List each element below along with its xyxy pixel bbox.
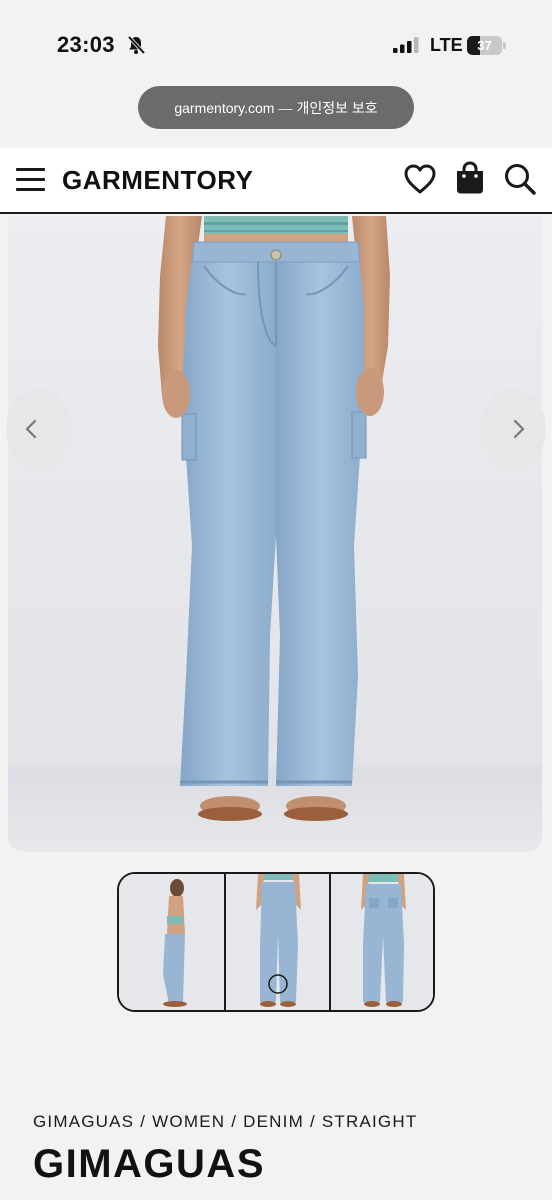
signal-icon <box>393 37 419 53</box>
breadcrumb-straight[interactable]: STRAIGHT <box>322 1112 418 1131</box>
menu-icon[interactable] <box>16 166 46 192</box>
search-icon[interactable] <box>503 162 537 196</box>
breadcrumb-women[interactable]: WOMEN <box>152 1112 225 1131</box>
status-bar: 23:03 LTE 37 <box>0 0 552 80</box>
chevron-right-icon <box>513 419 525 439</box>
next-image-button[interactable] <box>480 388 546 470</box>
status-time: 23:03 <box>57 32 115 57</box>
bell-slash-icon <box>127 35 146 55</box>
jeans-photo <box>8 216 542 852</box>
site-header: GARMENTORY <box>0 148 552 214</box>
thumbnail-strip <box>117 872 435 1012</box>
product-brand-title[interactable]: GIMAGUAS <box>33 1142 265 1187</box>
breadcrumb: GIMAGUAS / WOMEN / DENIM / STRAIGHT <box>33 1112 418 1131</box>
thumbnail-front-view[interactable] <box>224 874 331 1010</box>
site-logo[interactable]: GARMENTORY <box>62 165 253 196</box>
prev-image-button[interactable] <box>6 388 72 470</box>
chevron-left-icon <box>25 419 37 439</box>
battery-level: 37 <box>477 38 492 53</box>
address-bar[interactable]: garmentory.com — 개인정보 보호 <box>138 86 414 129</box>
privacy-label: 개인정보 보호 <box>296 99 378 116</box>
shopping-bag-icon[interactable] <box>455 161 485 195</box>
heart-icon[interactable] <box>403 163 437 195</box>
url-domain: garmentory.com <box>174 99 275 116</box>
breadcrumb-denim[interactable]: DENIM <box>243 1112 304 1131</box>
network-type: LTE <box>430 35 463 55</box>
thumbnail-side-view[interactable] <box>119 874 224 1010</box>
battery-icon: 37 <box>467 36 507 55</box>
thumbnail-back-view[interactable] <box>329 874 433 1010</box>
breadcrumb-brand[interactable]: GIMAGUAS <box>33 1112 134 1131</box>
url-separator: — <box>278 99 293 116</box>
product-main-image[interactable] <box>8 216 542 852</box>
